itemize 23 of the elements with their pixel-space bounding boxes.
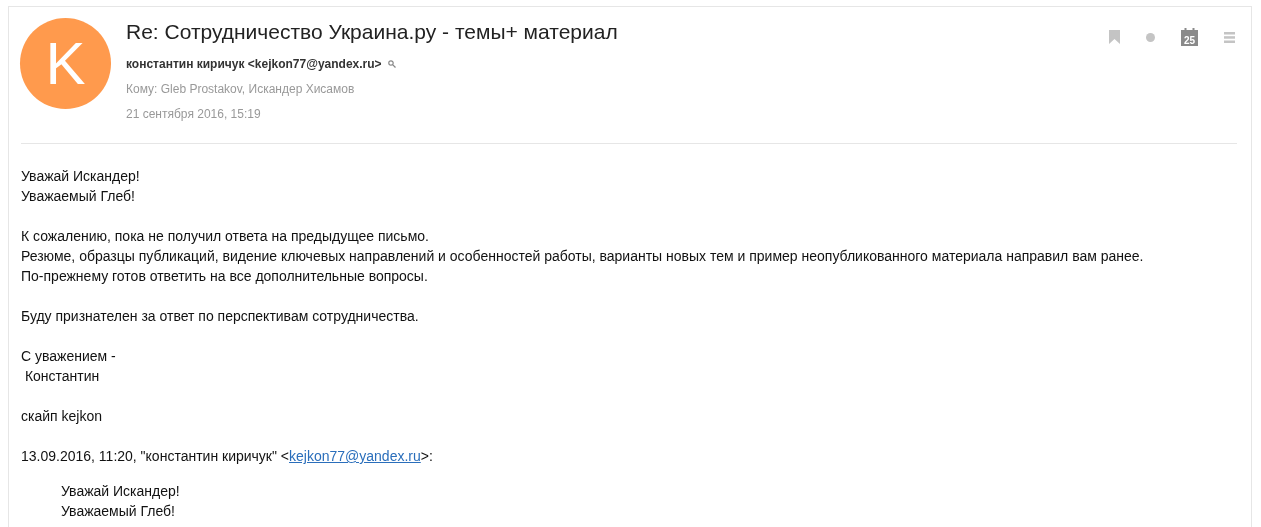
body-text: С уважением - — [21, 347, 117, 366]
body-text: Уважай Искандер! — [21, 167, 141, 186]
email-date: 21 сентября 2016, 15:19 — [126, 107, 262, 121]
body-text: К сожалению, пока не получил ответа на предыдущее письмо. — [21, 227, 430, 246]
bookmark-icon[interactable] — [1109, 30, 1120, 44]
body-text: Резюме, образцы публикаций, видение ключевых направлений и особенностей работы, варианты новых тем и пример неопубликованного материала направил вам ранее. — [21, 247, 1145, 266]
menu-icon[interactable] — [1224, 31, 1235, 43]
quoted-text: Уважай Искандер! — [61, 482, 181, 501]
sender: константин киричук <kejkon77@yandex.ru> — [126, 57, 382, 71]
quoted-text: Уважаемый Глеб! — [61, 502, 176, 521]
body-text: По-прежнему готов ответить на все дополнительные вопросы. — [21, 267, 429, 286]
body-text: Уважаемый Глеб! — [21, 187, 136, 206]
email-link[interactable]: kejkon77@yandex.ru — [289, 448, 421, 464]
quote-header: 13.09.2016, 11:20, "константин киричук" <kejkon77@yandex.ru>: — [21, 447, 434, 466]
email-subject: Re: Сотрудничество Украина.ру - темы+ материал — [126, 20, 619, 44]
body-text: Константин — [23, 367, 101, 386]
dot-icon[interactable] — [1146, 32, 1155, 42]
search-icon[interactable] — [387, 60, 396, 68]
avatar: K — [20, 18, 111, 109]
recipients: Кому: Gleb Prostakov, Искандер Хисамов — [126, 82, 356, 96]
body-text: скайп kejkon — [21, 407, 103, 426]
calendar-icon[interactable]: 25 — [1181, 28, 1198, 46]
body-text: Буду признателен за ответ по перспективам сотрудничества. — [21, 307, 420, 326]
